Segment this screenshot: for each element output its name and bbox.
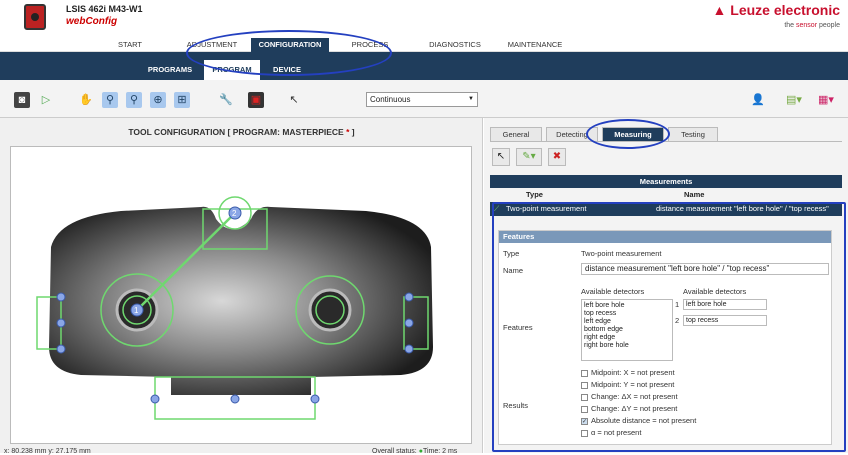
available-label-2: Available detectors <box>683 287 747 296</box>
device-title: LSIS 462i M43-W1 <box>66 4 143 14</box>
hand-icon[interactable]: ✋ <box>78 92 94 108</box>
subnav-programs[interactable]: PROGRAMS <box>140 60 200 80</box>
coords-readout: x: 80.238 mm y: 27.175 mm <box>4 448 91 455</box>
measure-toolbar: ↖ ✎▾ ✖ <box>492 148 582 168</box>
name-label: Name <box>503 266 524 275</box>
result-item[interactable]: Midpoint: X = not present <box>581 368 675 377</box>
brand-tagline: the sensor people <box>784 22 840 29</box>
type-value: Two-point measurement <box>581 249 662 258</box>
sub-nav: PROGRAMS PROGRAM DEVICE <box>0 52 848 80</box>
pointer-icon: ↖ <box>289 94 299 106</box>
features-box: Features Type Two-point measurement Name… <box>498 230 832 445</box>
col-name: Name <box>684 190 705 199</box>
nav-maintenance[interactable]: MAINTENANCE <box>500 38 570 52</box>
detector-item[interactable]: top recess <box>584 310 670 318</box>
nav-diagnostics[interactable]: DIAGNOSTICS <box>420 38 490 52</box>
result-item[interactable]: α = not present <box>581 428 641 437</box>
tab-testing[interactable]: Testing <box>668 127 718 141</box>
slot-1-label: 1 <box>675 300 680 309</box>
col-type: Type <box>526 190 543 199</box>
delete-icon[interactable]: ✖ <box>548 148 566 166</box>
app-name: webConfig <box>66 16 118 27</box>
view-menu-icon[interactable]: ▦▾ <box>812 92 840 108</box>
zoom-out-icon[interactable]: ⚲ <box>126 92 142 108</box>
measurements-columns: Type Name <box>490 190 842 202</box>
name-input[interactable]: distance measurement "left bore hole" / … <box>581 263 829 275</box>
config-panel: General Detecting Measuring Testing ↖ ✎▾… <box>484 118 848 453</box>
available-label-1: Available detectors <box>581 287 645 296</box>
brand-logo: ▲ Leuze electronic <box>712 2 840 18</box>
zoom-icon[interactable]: ⚲ <box>102 92 118 108</box>
features-header: Features <box>499 231 831 243</box>
result-item-checked[interactable]: ✓ Absolute distance = not present <box>581 416 696 425</box>
overall-status: Overall status: ●Time: 2 ms <box>372 448 458 455</box>
slot-2-label: 2 <box>675 316 680 325</box>
measurements-header: Measurements <box>490 175 842 188</box>
detector-item[interactable]: left bore hole <box>584 302 670 310</box>
image-canvas[interactable]: 2 1 <box>10 146 472 444</box>
play-icon[interactable]: ▷ <box>38 92 54 108</box>
svg-text:2: 2 <box>232 209 237 218</box>
tab-divider <box>490 141 842 142</box>
detector-slot-1[interactable]: left bore hole <box>683 299 767 310</box>
detector-item[interactable]: right bore hole <box>584 342 670 350</box>
camera-icon[interactable]: ◙ <box>14 92 30 108</box>
detector-item[interactable]: right edge <box>584 334 670 342</box>
tool-title: TOOL CONFIGURATION [ PROGRAM: MASTERPIEC… <box>128 127 355 137</box>
annotation-ellipse <box>186 30 392 76</box>
wrench-icon[interactable]: 🔧 <box>218 92 234 108</box>
toolbar: ◙ ▷ ✋ ⚲ ⚲ ⊕ ⊞ 🔧 ▣ ↖ Continuous 👤 ▤▾ ▦▾ <box>0 80 848 118</box>
results-label: Results <box>503 401 529 410</box>
select-icon[interactable]: ↖ <box>492 148 510 166</box>
annotation-ellipse <box>586 119 670 149</box>
header: LSIS 462i M43-W1 webConfig ▲ Leuze elect… <box>0 0 848 38</box>
result-item[interactable]: Change: ΔY = not present <box>581 404 677 413</box>
detector-slot-2[interactable]: top recess <box>683 315 767 326</box>
tab-general[interactable]: General <box>490 127 542 141</box>
features-label: Features <box>503 323 533 332</box>
detector-item[interactable]: bottom edge <box>584 326 670 334</box>
nav-start[interactable]: START <box>100 38 160 52</box>
result-item[interactable]: Change: ΔX = not present <box>581 392 678 401</box>
result-item[interactable]: Midpoint: Y = not present <box>581 380 674 389</box>
detector-item[interactable]: left edge <box>584 318 670 326</box>
device-camera-icon <box>24 4 46 30</box>
save-icon[interactable]: ▣ <box>248 92 264 108</box>
svg-text:1: 1 <box>134 306 139 315</box>
tool-panel: TOOL CONFIGURATION [ PROGRAM: MASTERPIEC… <box>0 118 483 453</box>
zoom-fit-icon[interactable]: ⊕ <box>150 92 166 108</box>
main-nav: START ADJUSTMENT CONFIGURATION PROCESS D… <box>0 38 848 52</box>
part-image: 2 1 <box>36 196 433 420</box>
layout-menu-icon[interactable]: ▤▾ <box>780 92 808 108</box>
type-label: Type <box>503 249 520 258</box>
mode-select[interactable]: Continuous <box>366 92 478 107</box>
user-icon[interactable]: 👤 <box>750 92 766 108</box>
add-measurement-icon[interactable]: ✎▾ <box>516 148 542 166</box>
detector-list[interactable]: left bore hole top recess left edge bott… <box>581 299 673 361</box>
zoom-region-icon[interactable]: ⊞ <box>174 92 190 108</box>
